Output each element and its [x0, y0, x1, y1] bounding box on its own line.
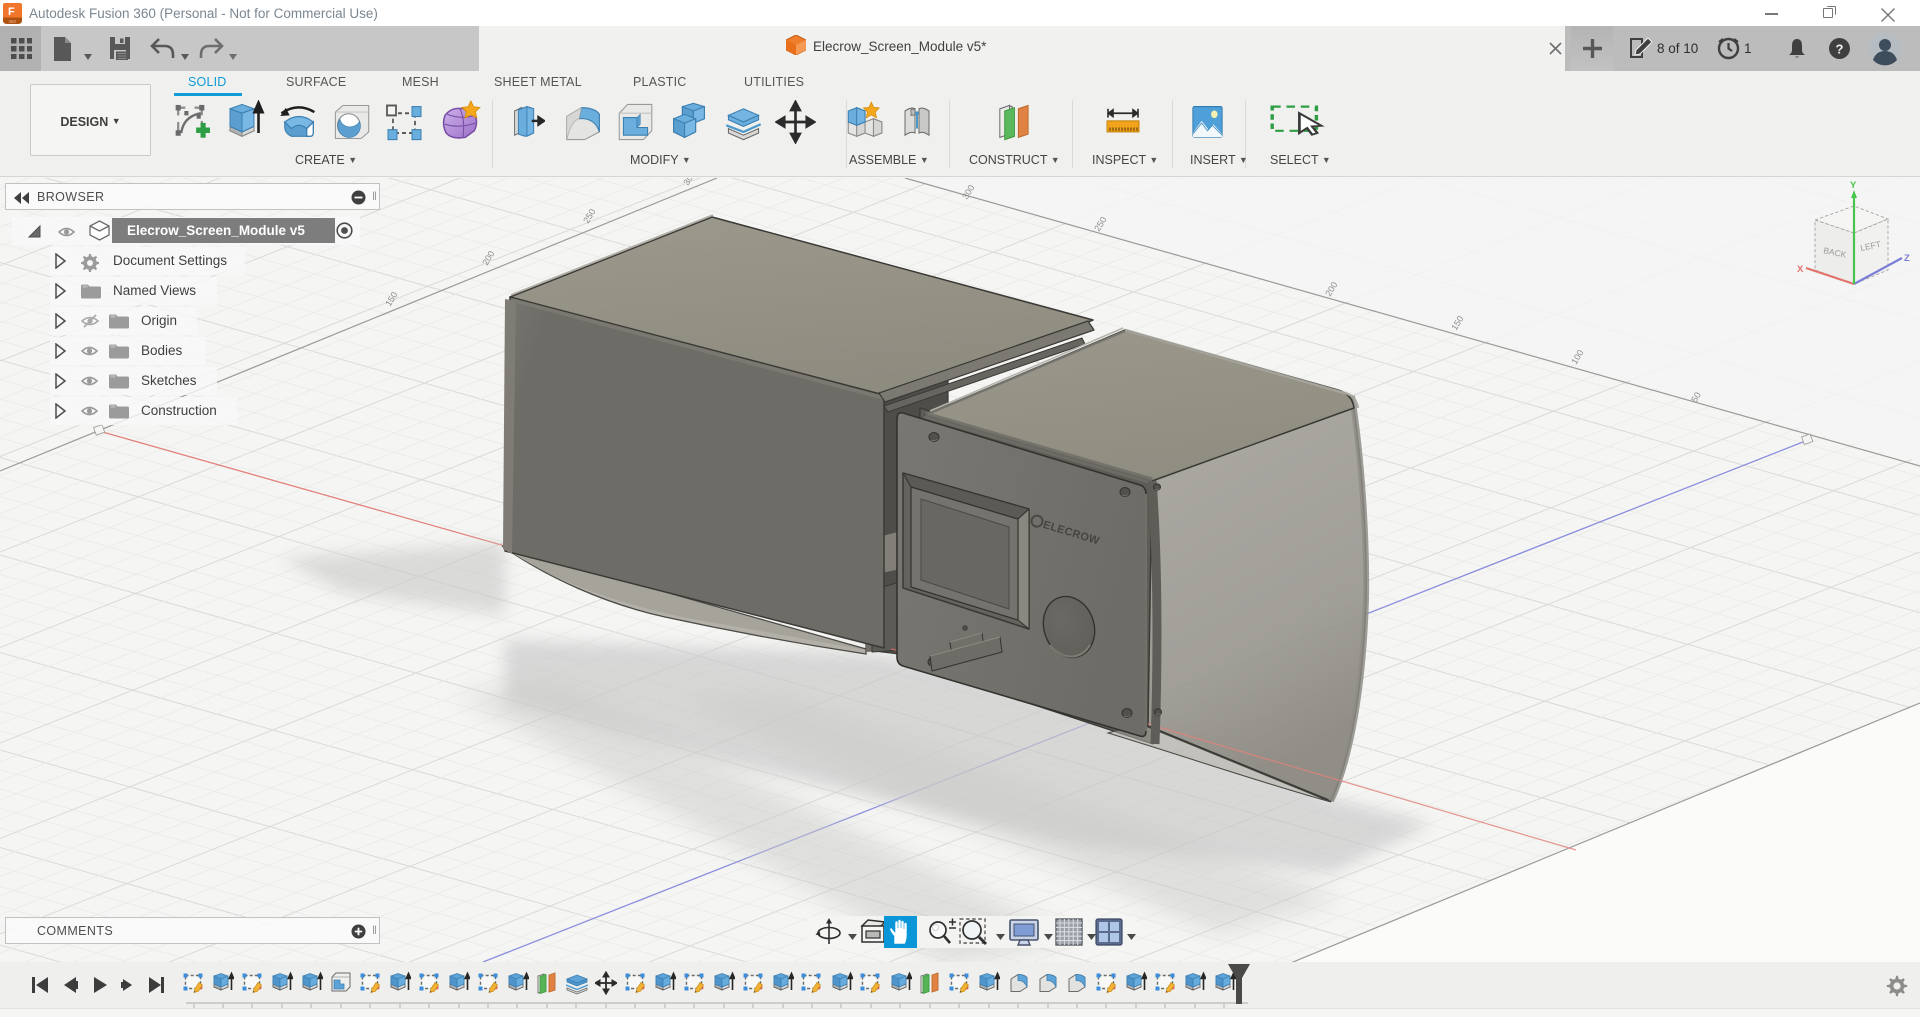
- svg-text:F: F: [8, 6, 15, 18]
- svg-text:?: ?: [1836, 42, 1844, 57]
- svg-text:360: 360: [9, 19, 17, 24]
- svg-text:Y: Y: [1850, 180, 1857, 191]
- svg-text:Z: Z: [1904, 253, 1910, 264]
- svg-text:X: X: [1797, 264, 1804, 275]
